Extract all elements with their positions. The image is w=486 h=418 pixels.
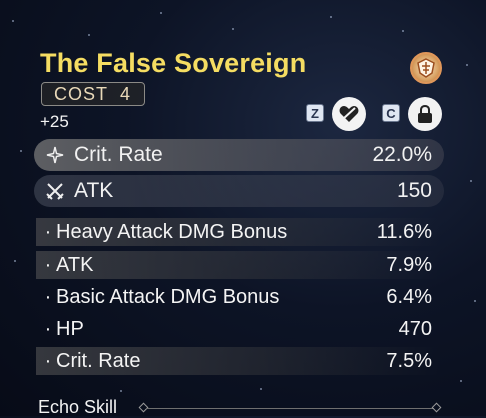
crossed-swords-icon: [44, 180, 66, 202]
broken-heart-icon: [339, 106, 359, 122]
section-divider: [146, 408, 434, 409]
cost-value: 4: [120, 83, 132, 104]
cost-badge: COST 4: [41, 82, 145, 106]
sub-stat-label: HP: [56, 317, 84, 340]
sub-stat-value: 7.5%: [386, 349, 432, 372]
sub-stat-label: Heavy Attack DMG Bonus: [56, 220, 288, 243]
main-stat-label: Crit. Rate: [74, 143, 163, 166]
sub-stat-bullet: ·: [44, 220, 52, 243]
sub-stat-label: ATK: [56, 253, 94, 276]
sub-stat-row: · HP 470: [36, 315, 440, 343]
discard-button[interactable]: [332, 97, 366, 131]
echo-level: +25: [40, 112, 69, 131]
sub-stat-label: Basic Attack DMG Bonus: [56, 285, 280, 308]
sub-stat-row: · Crit. Rate 7.5%: [36, 347, 440, 375]
cost-label: COST: [54, 83, 109, 104]
sonata-emblem-icon: [410, 52, 442, 84]
sub-stat-row: · ATK 7.9%: [36, 251, 440, 279]
sub-stat-bullet: ·: [44, 317, 52, 340]
divider-diamond-icon: [431, 402, 442, 413]
sub-stat-value: 11.6%: [376, 220, 432, 243]
echo-skill-heading: Echo Skill: [38, 397, 118, 417]
sub-stat-row: · Heavy Attack DMG Bonus 11.6%: [36, 218, 440, 246]
lock-icon: [418, 105, 432, 123]
sub-stat-bullet: ·: [44, 253, 52, 276]
discard-hotkey-badge: Z: [306, 104, 324, 122]
sub-stat-row: · Basic Attack DMG Bonus 6.4%: [36, 283, 440, 311]
sub-stat-bullet: ·: [44, 349, 52, 372]
sub-stat-bullet: ·: [44, 285, 52, 308]
sub-stat-value: 470: [398, 317, 432, 340]
sub-stat-label: Crit. Rate: [56, 349, 141, 372]
crit-star-icon: [44, 144, 66, 166]
sub-stat-value: 7.9%: [386, 253, 432, 276]
sub-stat-value: 6.4%: [386, 285, 432, 308]
lock-hotkey-badge: C: [382, 104, 400, 122]
echo-name-title: The False Sovereign: [40, 48, 307, 78]
main-stat-value: 22.0%: [372, 143, 432, 166]
main-stat-row: Crit. Rate 22.0%: [34, 139, 444, 171]
main-stat-row: ATK 150: [34, 175, 444, 207]
lock-button[interactable]: [408, 97, 442, 131]
main-stat-label: ATK: [74, 179, 114, 202]
main-stat-value: 150: [396, 179, 432, 202]
